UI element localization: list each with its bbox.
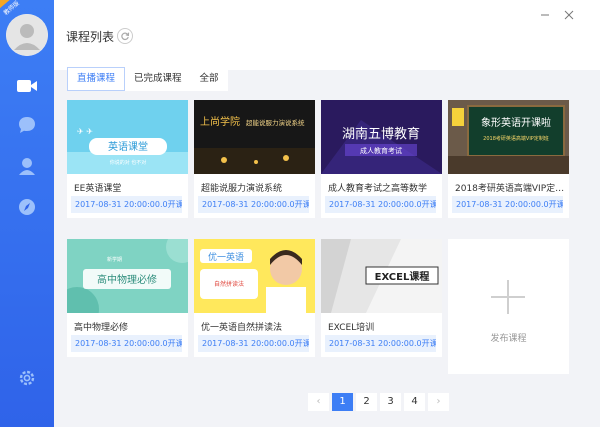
thumb-title-text: 湖南五博教育	[342, 126, 420, 142]
course-card[interactable]: 湖南五博教育 成人教育考试 成人教育考试之高等数学 2017-08-31 20:…	[321, 100, 442, 218]
course-thumbnail: 湖南五博教育 成人教育考试	[321, 100, 442, 174]
course-tabs: 直播课程 已完成课程 全部	[67, 67, 228, 91]
tab-all[interactable]: 全部	[191, 67, 228, 91]
course-thumbnail: ✈ ✈ 英语课堂 你说的对 也不对	[67, 100, 188, 174]
add-course-label: 发布课程	[490, 334, 527, 344]
teacher-badge: 教师版	[0, 0, 27, 17]
thumb-title-text: 优一英语	[208, 251, 244, 263]
next-page-button[interactable]: ›	[428, 393, 449, 411]
thumb-subtitle-text: 成人教育考试	[360, 146, 402, 155]
course-date: 2017-08-31 20:00:00.0开课	[198, 196, 309, 213]
course-title: 2018考研英语高端VIP定制班	[455, 184, 567, 194]
avatar-placeholder-icon	[6, 14, 48, 56]
course-title: 超能说服力演说系统	[201, 184, 283, 194]
course-thumbnail: 上尚学院 超能说服力演说系统	[194, 100, 315, 174]
header-bar: 课程列表	[54, 0, 600, 70]
page-title: 课程列表	[66, 30, 115, 44]
thumb-title-text: 上尚学院	[200, 115, 240, 128]
page-button-1[interactable]: 1	[332, 393, 353, 411]
prev-page-button[interactable]: ‹	[308, 393, 329, 411]
thumb-subtitle-text: 自然拼读法	[214, 280, 244, 288]
course-title: EXCEL培训	[328, 323, 375, 333]
course-title: 成人教育考试之高等数学	[328, 184, 428, 194]
course-date: 2017-08-31 20:00:00.0开课	[325, 196, 436, 213]
course-thumbnail: 高中物理必修 新学期	[67, 239, 188, 313]
course-date: 2017-08-31 20:00:00.0开课	[325, 335, 436, 352]
close-icon[interactable]	[562, 8, 576, 22]
compass-icon[interactable]	[13, 193, 41, 221]
plus-icon	[491, 280, 525, 314]
thumb-title-text: 高中物理必修	[97, 273, 157, 286]
page-button-4[interactable]: 4	[404, 393, 425, 411]
thumb-subtitle-text: 超能说服力演说系统	[246, 118, 305, 127]
sidebar: 教师版	[0, 0, 54, 427]
thumb-subtitle-text: 你说的对 也不对	[110, 159, 147, 166]
course-thumbnail: 象形英语开课啦 2018考研英语高端VIP定制班	[448, 100, 569, 174]
course-card[interactable]: 高中物理必修 新学期 高中物理必修 2017-08-31 20:00:00.0开…	[67, 239, 188, 357]
course-title: EE英语课堂	[74, 184, 122, 194]
course-card[interactable]: ✈ ✈ 英语课堂 你说的对 也不对 EE英语课堂 2017-08-31 20:0…	[67, 100, 188, 218]
avatar[interactable]	[6, 14, 48, 56]
course-title: 高中物理必修	[74, 323, 129, 333]
course-card[interactable]: 优一英语 自然拼读法 优一英语自然拼读法 2017-08-31 20:00:00…	[194, 239, 315, 357]
chat-icon[interactable]	[13, 111, 41, 139]
tab-live[interactable]: 直播课程	[67, 67, 126, 91]
thumb-title-text: EXCEL课程	[375, 270, 430, 283]
course-date: 2017-08-31 20:00:00.0开课	[198, 335, 309, 352]
course-date: 2017-08-31 20:00:00.0开课	[71, 335, 182, 352]
course-thumbnail: EXCEL课程	[321, 239, 442, 313]
course-date: 2017-08-31 20:00:00.0开课	[452, 196, 563, 213]
page-button-2[interactable]: 2	[356, 393, 377, 411]
video-icon[interactable]	[13, 72, 41, 100]
course-card[interactable]: 上尚学院 超能说服力演说系统 超能说服力演说系统 2017-08-31 20:0…	[194, 100, 315, 218]
settings-icon[interactable]	[13, 364, 41, 392]
refresh-icon[interactable]	[117, 28, 133, 44]
tab-completed[interactable]: 已完成课程	[125, 67, 191, 91]
course-thumbnail: 优一英语 自然拼读法	[194, 239, 315, 313]
course-card[interactable]: 象形英语开课啦 2018考研英语高端VIP定制班 2018考研英语高端VIP定制…	[448, 100, 569, 218]
user-icon[interactable]	[13, 152, 41, 180]
page-button-3[interactable]: 3	[380, 393, 401, 411]
course-title: 优一英语自然拼读法	[201, 323, 283, 333]
thumb-subtitle-text: 2018考研英语高端VIP定制班	[483, 135, 549, 142]
svg-text:✈ ✈: ✈ ✈	[77, 127, 93, 136]
course-date: 2017-08-31 20:00:00.0开课	[71, 196, 182, 213]
add-course-button[interactable]: 发布课程	[448, 239, 569, 374]
main-content: 课程列表 直播课程 已完成课程 全部 ✈ ✈ 英语课堂 你说的对 也不对 EE英…	[54, 0, 600, 427]
thumb-title-text: 象形英语开课啦	[481, 116, 551, 129]
thumb-subtitle-text: 新学期	[107, 256, 122, 263]
minimize-icon[interactable]	[538, 8, 552, 22]
course-card[interactable]: EXCEL课程 EXCEL培训 2017-08-31 20:00:00.0开课	[321, 239, 442, 357]
thumb-title-text: 英语课堂	[108, 140, 148, 153]
pagination: ‹ 1 2 3 4 ›	[308, 393, 449, 411]
